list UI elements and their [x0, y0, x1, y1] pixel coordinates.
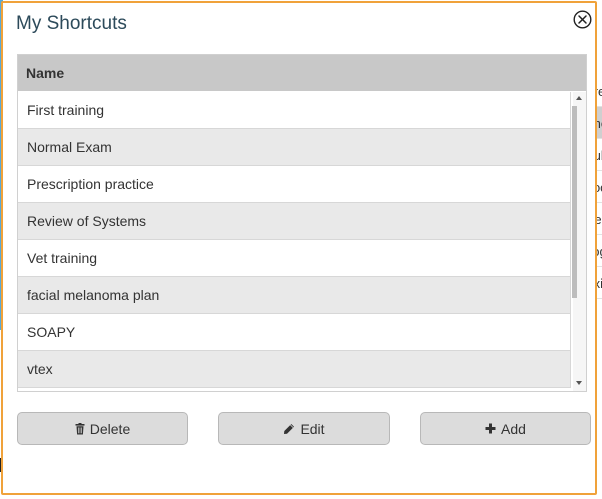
scroll-down-arrow-icon[interactable]	[576, 381, 582, 385]
delete-button[interactable]: Delete	[17, 412, 188, 445]
shortcuts-table: Name First training Normal Exam Prescrip…	[17, 54, 587, 392]
row-name: Prescription practice	[27, 176, 154, 192]
table-row[interactable]: Vet training	[18, 240, 571, 277]
column-header-name: Name	[26, 65, 65, 81]
shortcuts-dialog: My Shortcuts Name First training Normal …	[1, 1, 597, 495]
table-row[interactable]: SOAPY	[18, 314, 571, 351]
table-row[interactable]: facial melanoma plan	[18, 277, 571, 314]
plus-icon	[485, 423, 496, 434]
side-menu-scrollbar[interactable]	[572, 106, 577, 298]
row-name: vtex	[27, 361, 53, 377]
close-circle-icon[interactable]	[573, 10, 592, 29]
table-row[interactable]: vtex	[18, 351, 571, 388]
table-row[interactable]: Prescription practice	[18, 166, 571, 203]
row-name: Vet training	[27, 250, 98, 266]
delete-label: Delete	[89, 420, 131, 437]
pencil-icon	[283, 423, 295, 435]
table-header[interactable]: Name	[18, 55, 586, 91]
row-name: facial melanoma plan	[27, 287, 160, 303]
trash-icon	[75, 422, 85, 435]
edit-button[interactable]: Edit	[218, 412, 390, 445]
row-name: Review of Systems	[27, 213, 147, 229]
row-name: Normal Exam	[27, 139, 112, 155]
table-row[interactable]: First training	[18, 92, 571, 129]
table-body: First training Normal Exam Prescription …	[18, 92, 571, 391]
edit-label: Edit	[300, 420, 325, 437]
table-row[interactable]: Normal Exam	[18, 129, 571, 166]
add-label: Add	[501, 420, 526, 437]
table-row[interactable]: Review of Systems	[18, 203, 571, 240]
scroll-up-arrow-icon[interactable]	[576, 96, 582, 100]
dialog-title: My Shortcuts	[16, 13, 127, 34]
row-name: First training	[27, 102, 105, 118]
add-button[interactable]: Add	[420, 412, 591, 445]
row-name: SOAPY	[27, 324, 76, 340]
